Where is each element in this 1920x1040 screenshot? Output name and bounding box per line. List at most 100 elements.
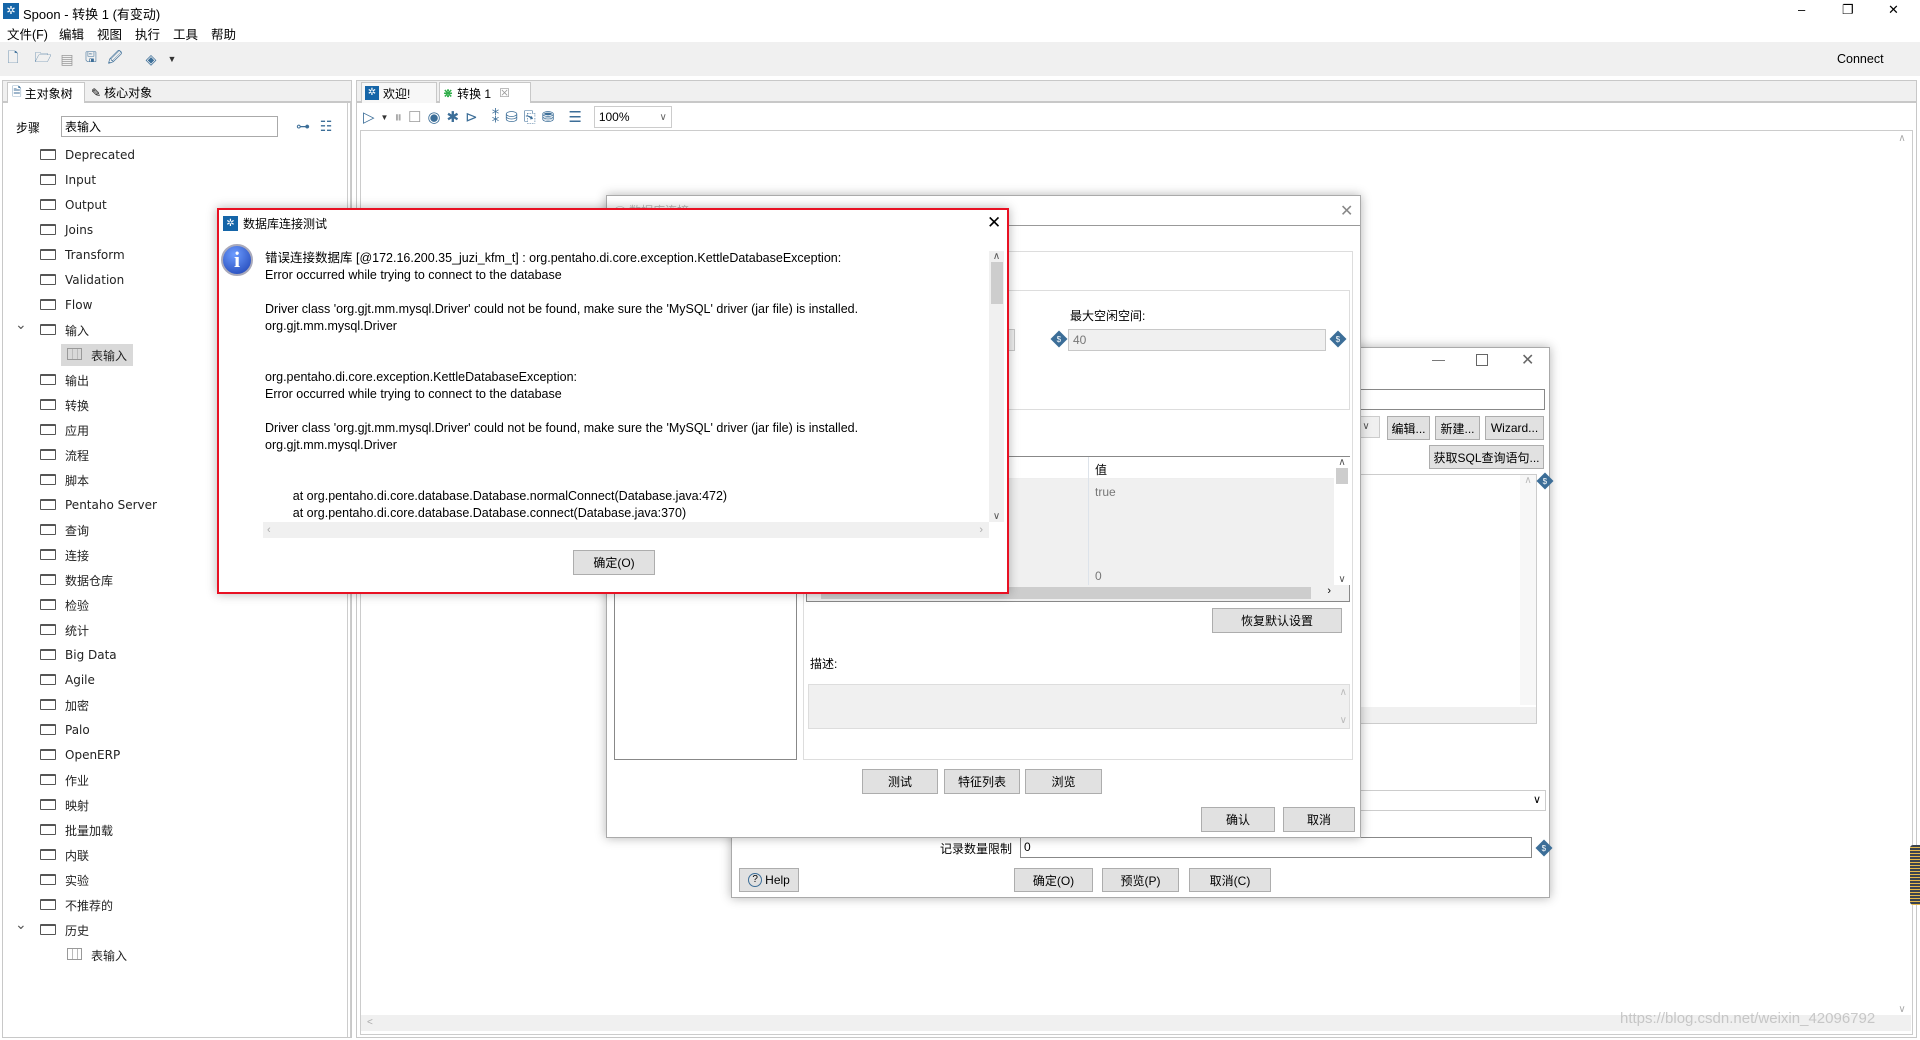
verify-icon[interactable]: ⁑ bbox=[492, 108, 500, 126]
close-tab-icon[interactable]: ☒ bbox=[499, 86, 510, 100]
close-button[interactable]: ✕ bbox=[1888, 2, 1899, 18]
preview-icon[interactable]: ◉ bbox=[427, 108, 440, 126]
new-file-icon[interactable]: 🗋 bbox=[4, 49, 22, 68]
sql-textarea[interactable]: ∧ bbox=[1332, 474, 1537, 724]
error-vertical-scrollbar[interactable]: ∧ ∨ bbox=[989, 251, 1004, 522]
ok-button[interactable]: 确定(O) bbox=[1014, 868, 1093, 892]
tab-welcome[interactable]: ✲ 欢迎! bbox=[361, 82, 437, 103]
cancel-button[interactable]: 取消 bbox=[1283, 807, 1355, 832]
run-icon[interactable]: ▷ bbox=[363, 108, 375, 126]
tree-item-label: 表输入 bbox=[91, 348, 128, 363]
sql-horizontal-scrollbar[interactable] bbox=[1333, 707, 1536, 723]
show-results-icon[interactable]: ☰ bbox=[568, 108, 581, 126]
error-line bbox=[265, 471, 989, 488]
side-meter bbox=[1910, 845, 1920, 905]
explore-db-icon[interactable]: ⛃ bbox=[542, 108, 555, 126]
max-idle-input[interactable]: 40 bbox=[1068, 329, 1326, 351]
dialog-maximize-button[interactable] bbox=[1476, 354, 1488, 366]
stop-icon[interactable]: ☐ bbox=[408, 108, 421, 126]
dialog-minimize-button[interactable]: — bbox=[1432, 352, 1445, 367]
steps-search-input[interactable] bbox=[61, 116, 278, 137]
zoom-select[interactable]: 100% ∨ bbox=[593, 106, 672, 128]
menu-tools[interactable]: 工具 bbox=[173, 24, 198, 43]
table-cell[interactable]: 0 bbox=[1095, 569, 1102, 583]
description-textarea[interactable]: ∧ ∨ bbox=[808, 684, 1350, 729]
chevron-down-icon[interactable]: ⌄ bbox=[15, 317, 27, 333]
pause-icon[interactable]: ⏸ bbox=[394, 109, 402, 126]
tree-item-step[interactable]: 表输入 bbox=[61, 344, 133, 366]
tab-transformation-1[interactable]: ⋇ 转换 1 ☒ bbox=[439, 82, 531, 103]
tree-item-step[interactable]: 表输入 bbox=[3, 944, 343, 966]
tree-item-folder[interactable]: 加密 bbox=[3, 694, 343, 716]
edit-connection-button[interactable]: 编辑... bbox=[1387, 416, 1430, 440]
menu-view[interactable]: 视图 bbox=[97, 24, 122, 43]
folder-icon bbox=[40, 449, 56, 460]
chevron-down-icon[interactable]: ⌄ bbox=[15, 917, 27, 933]
connect-button[interactable]: Connect bbox=[1837, 52, 1884, 66]
save-icon[interactable]: 🖫 bbox=[82, 49, 100, 68]
tree-item-folder[interactable]: 内联 bbox=[3, 844, 343, 866]
tab-main-tree[interactable]: 🗎 主对象树 bbox=[7, 82, 85, 103]
get-sql-button[interactable]: 获取SQL查询语句... bbox=[1429, 445, 1544, 469]
help-button[interactable]: ? Help bbox=[739, 868, 799, 892]
features-button[interactable]: 特征列表 bbox=[944, 769, 1020, 794]
tree-item-folder[interactable]: ⌄ 历史 bbox=[3, 917, 343, 941]
menu-file[interactable]: 文件(F) bbox=[7, 24, 48, 43]
dialog-close-button[interactable]: ✕ bbox=[1340, 201, 1353, 221]
minimize-button[interactable]: – bbox=[1798, 2, 1805, 17]
error-horizontal-scrollbar[interactable]: ‹ › bbox=[263, 522, 989, 538]
preview-button[interactable]: 预览(P) bbox=[1102, 868, 1179, 892]
test-button[interactable]: 测试 bbox=[862, 769, 938, 794]
layers-dropdown-icon[interactable]: ▼ bbox=[166, 52, 178, 66]
canvas-vertical-scrollbar[interactable]: ∧ ∨ bbox=[1893, 131, 1911, 1017]
collapse-tree-icon[interactable]: ⊶ bbox=[295, 118, 311, 134]
tree-item-folder[interactable]: 统计 bbox=[3, 619, 343, 641]
debug-icon[interactable]: ✱ bbox=[447, 108, 460, 126]
tree-item-folder[interactable]: OpenERP bbox=[3, 744, 343, 766]
confirm-button[interactable]: 确认 bbox=[1201, 807, 1275, 832]
tree-item-folder[interactable]: 检验 bbox=[3, 594, 343, 616]
tree-item-folder[interactable]: 实验 bbox=[3, 869, 343, 891]
menu-run[interactable]: 执行 bbox=[135, 24, 160, 43]
menu-help[interactable]: 帮助 bbox=[211, 24, 236, 43]
table-cell[interactable]: true bbox=[1095, 485, 1116, 499]
tree-item-folder[interactable]: Palo bbox=[3, 719, 343, 741]
layers-icon[interactable]: ◈ bbox=[142, 50, 160, 68]
tree-item-folder[interactable]: 映射 bbox=[3, 794, 343, 816]
tree-item-folder[interactable]: Agile bbox=[3, 669, 343, 691]
cancel-button[interactable]: 取消(C) bbox=[1189, 868, 1271, 892]
tree-item-folder[interactable]: Deprecated bbox=[3, 144, 343, 166]
ok-button[interactable]: 确定(O) bbox=[573, 550, 655, 575]
explore-button[interactable]: 浏览 bbox=[1025, 769, 1102, 794]
menu-edit[interactable]: 编辑 bbox=[59, 24, 84, 43]
restore-defaults-button[interactable]: 恢复默认设置 bbox=[1212, 608, 1342, 633]
limit-input[interactable]: 0 bbox=[1020, 837, 1532, 858]
step-name-input[interactable] bbox=[1332, 389, 1545, 410]
run-dropdown-icon[interactable]: ▼ bbox=[381, 113, 389, 122]
table-vertical-scrollbar[interactable]: ∧ ∨ bbox=[1334, 457, 1350, 585]
new-connection-button[interactable]: 新建... bbox=[1435, 416, 1480, 440]
open-icon[interactable]: 🗁 bbox=[34, 49, 52, 68]
sql-vertical-scrollbar[interactable]: ∧ bbox=[1520, 475, 1536, 705]
sql-icon[interactable]: ⎘ bbox=[524, 109, 536, 126]
tree-item-label: Joins bbox=[65, 223, 94, 237]
impact-icon[interactable]: ⛁ bbox=[505, 108, 518, 126]
dialog-close-button[interactable]: ✕ bbox=[987, 213, 1001, 233]
expand-tree-icon[interactable]: ☷ bbox=[318, 118, 334, 134]
error-message-text[interactable]: 错误连接数据库 [@172.16.200.35_juzi_kfm_t] : or… bbox=[265, 250, 989, 522]
tree-item-folder[interactable]: 批量加载 bbox=[3, 819, 343, 841]
restore-button[interactable]: ❐ bbox=[1842, 2, 1854, 18]
tree-item-folder[interactable]: Input bbox=[3, 169, 343, 191]
save-as-icon[interactable]: 🖉 bbox=[106, 49, 124, 68]
tree-item-folder[interactable]: 作业 bbox=[3, 769, 343, 791]
tab-core-objects[interactable]: ✎ 核心对象 bbox=[87, 82, 167, 103]
dialog-close-button[interactable]: ✕ bbox=[1521, 350, 1534, 370]
explore-icon[interactable]: ▤ bbox=[58, 50, 76, 68]
wizard-button[interactable]: Wizard... bbox=[1485, 416, 1544, 440]
tree-item-folder[interactable]: Big Data bbox=[3, 644, 343, 666]
tree-item-folder[interactable]: 不推荐的 bbox=[3, 894, 343, 916]
tree-item-label: Flow bbox=[65, 298, 93, 312]
options-select[interactable]: ∨ bbox=[1332, 790, 1546, 811]
replay-icon[interactable]: ⊳ bbox=[465, 108, 478, 126]
tree-item-label: 统计 bbox=[65, 623, 90, 638]
